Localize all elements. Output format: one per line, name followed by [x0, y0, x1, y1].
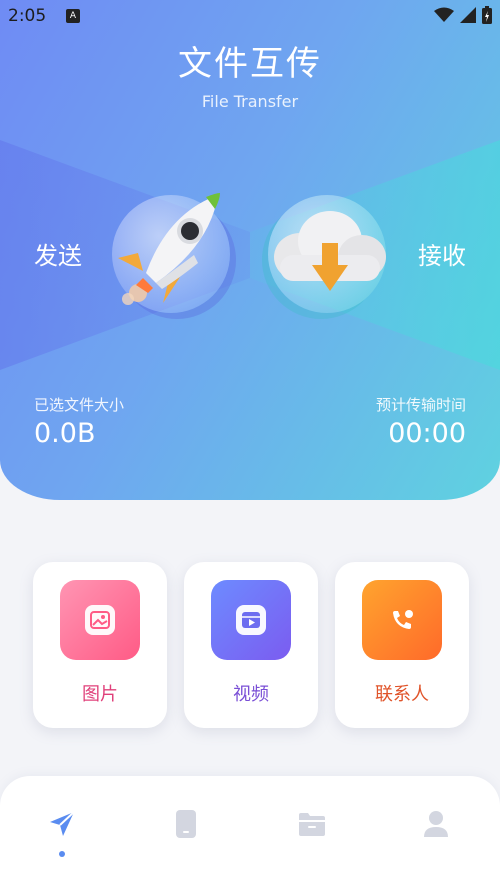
nav-profile[interactable]	[420, 808, 452, 840]
phone-nav-icon	[176, 810, 196, 838]
active-nav-indicator	[59, 851, 65, 857]
rocket-icon	[118, 193, 220, 305]
bottom-nav	[0, 776, 500, 888]
notification-badge: A	[66, 9, 80, 23]
selected-size-value: 0.0B	[34, 418, 96, 449]
wifi-icon	[434, 7, 454, 22]
category-card-videos[interactable]: 视频	[184, 562, 318, 728]
category-card-images[interactable]: 图片	[33, 562, 167, 728]
video-icon	[211, 580, 291, 660]
category-label-videos: 视频	[233, 684, 269, 705]
page-title: 文件互传	[178, 44, 322, 84]
category-label-images: 图片	[82, 684, 118, 705]
signal-icon	[460, 7, 476, 23]
estimated-time-value: 00:00	[388, 418, 466, 449]
selected-size-label: 已选文件大小	[34, 396, 125, 414]
page-subtitle: File Transfer	[201, 92, 299, 111]
status-bar: 2:05 A	[0, 0, 500, 34]
send-button[interactable]	[112, 193, 230, 313]
send-label[interactable]: 发送	[34, 236, 82, 271]
category-cards: 图片 视频 联系人	[33, 562, 469, 728]
cloud-download-icon	[274, 211, 386, 291]
send-nav-icon	[50, 811, 75, 836]
contact-icon	[362, 580, 442, 660]
nav-files[interactable]	[296, 808, 328, 840]
folder-nav-icon	[299, 813, 325, 836]
image-icon	[60, 580, 140, 660]
profile-nav-icon	[424, 811, 448, 837]
receive-label[interactable]: 接收	[418, 236, 466, 271]
receive-button[interactable]	[268, 195, 386, 313]
category-label-contacts: 联系人	[375, 684, 429, 705]
status-icons	[434, 6, 492, 24]
category-card-contacts[interactable]: 联系人	[335, 562, 469, 728]
nav-phone[interactable]	[170, 808, 202, 840]
battery-icon	[482, 6, 492, 24]
estimated-time-label: 预计传输时间	[375, 396, 466, 414]
status-time: 2:05	[8, 6, 47, 26]
nav-send[interactable]	[46, 808, 78, 840]
